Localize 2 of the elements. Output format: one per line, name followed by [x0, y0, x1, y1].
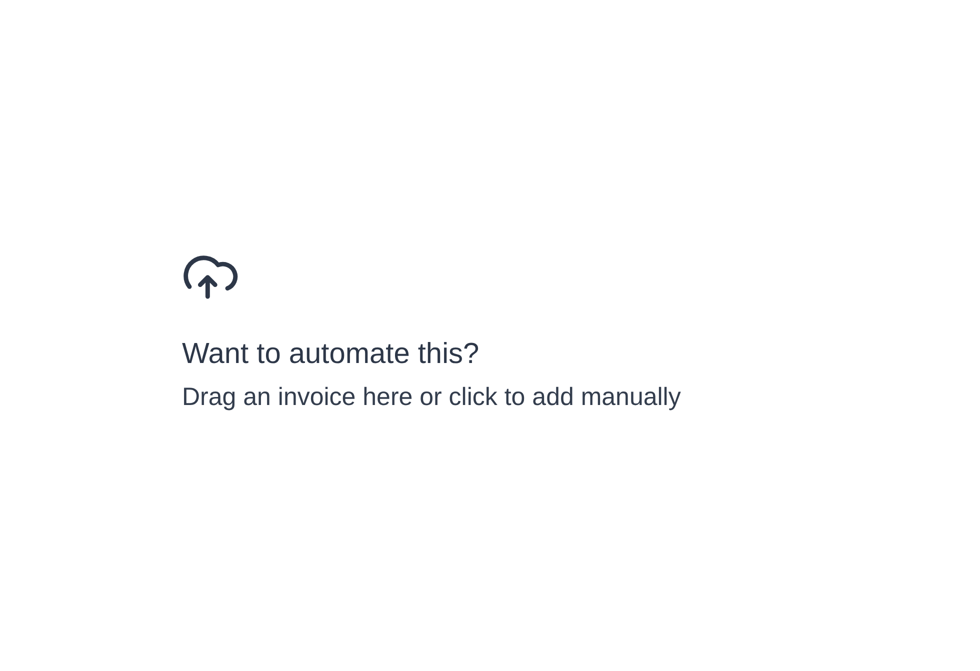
dropzone-title: Want to automate this? — [182, 337, 480, 371]
dropzone-hint: Drag an invoice here or click to add manually — [182, 382, 681, 412]
